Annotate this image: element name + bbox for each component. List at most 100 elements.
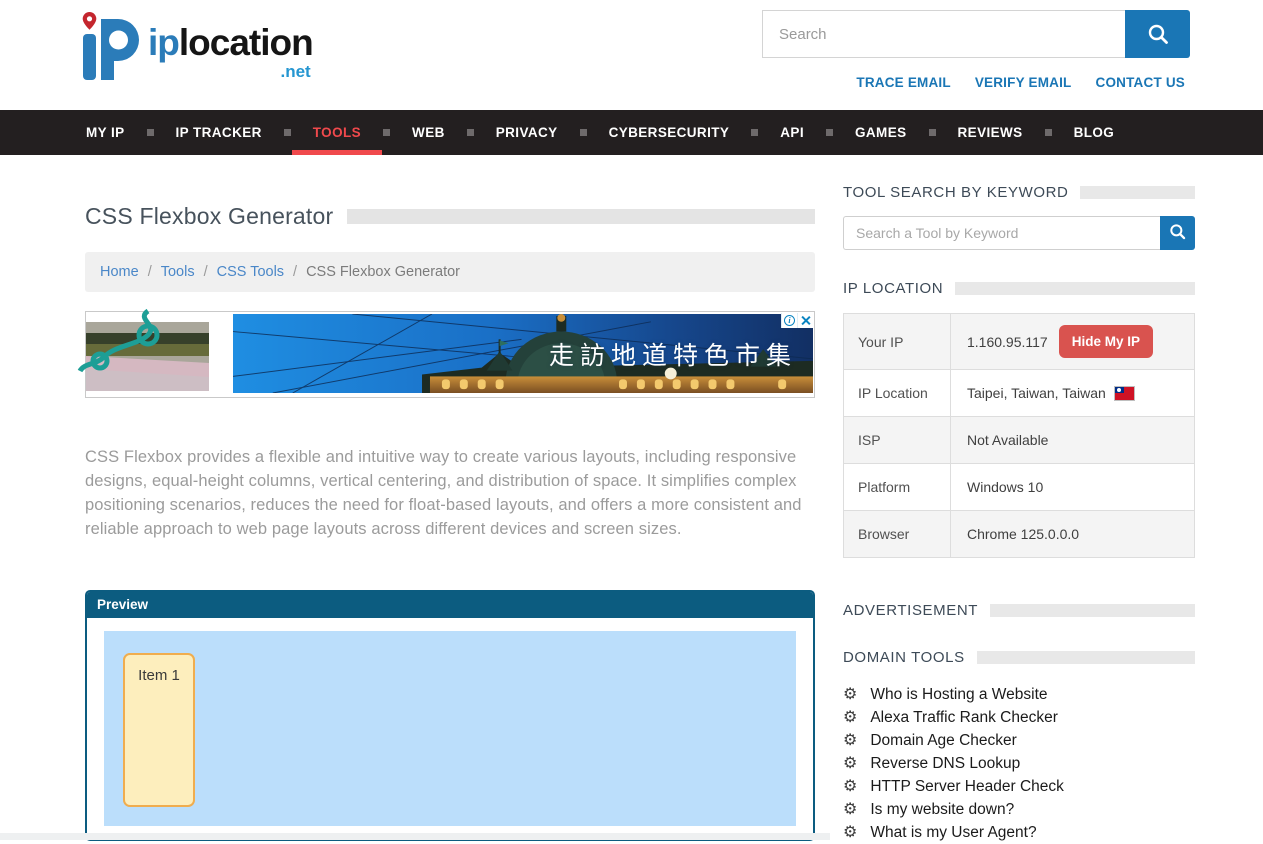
search-icon xyxy=(1147,23,1169,45)
heading-decoration-bar xyxy=(955,282,1195,295)
heading-decoration-bar xyxy=(990,604,1195,617)
nav-item-tools[interactable]: TOOLS xyxy=(313,110,361,155)
list-item[interactable]: ⚙ What is my User Agent? xyxy=(843,821,1195,844)
domain-tool-link[interactable]: What is my User Agent? xyxy=(870,824,1036,842)
list-item[interactable]: ⚙ HTTP Server Header Check xyxy=(843,775,1195,798)
nav-separator xyxy=(826,129,833,136)
domain-tools-list: ⚙ Who is Hosting a Website ⚙ Alexa Traffic… xyxy=(843,683,1195,844)
contact-us-link[interactable]: CONTACT US xyxy=(1096,75,1186,90)
gear-icon: ⚙ xyxy=(843,710,857,726)
domain-tool-link[interactable]: Reverse DNS Lookup xyxy=(870,755,1020,773)
hide-my-ip-button[interactable]: Hide My IP xyxy=(1059,325,1153,358)
list-item[interactable]: ⚙ Reverse DNS Lookup xyxy=(843,752,1195,775)
row-label: ISP xyxy=(844,417,951,463)
breadcrumb-tools[interactable]: Tools xyxy=(161,264,195,280)
advertisement-heading-text: ADVERTISEMENT xyxy=(843,602,978,619)
title-decoration-bar xyxy=(347,209,815,224)
taiwan-flag-icon xyxy=(1115,387,1134,400)
adchoices: i xyxy=(781,313,813,328)
table-row: Browser Chrome 125.0.0.0 xyxy=(844,511,1194,557)
domain-tools-heading-text: DOMAIN TOOLS xyxy=(843,649,965,666)
gear-icon: ⚙ xyxy=(843,779,857,795)
list-item[interactable]: ⚙ Who is Hosting a Website xyxy=(843,683,1195,706)
main-nav: MY IP IP TRACKER TOOLS WEB PRIVACY CYBER… xyxy=(0,110,1263,155)
preview-card: Preview Item 1 xyxy=(85,590,815,841)
domain-tool-link[interactable]: Alexa Traffic Rank Checker xyxy=(870,709,1058,727)
row-value: Not Available xyxy=(951,417,1194,463)
tool-search-button[interactable] xyxy=(1160,216,1195,250)
gear-icon: ⚙ xyxy=(843,756,857,772)
nav-item-privacy[interactable]: PRIVACY xyxy=(496,110,558,155)
table-row: Your IP 1.160.95.117 Hide My IP xyxy=(844,314,1194,370)
verify-email-link[interactable]: VERIFY EMAIL xyxy=(975,75,1072,90)
breadcrumb-home[interactable]: Home xyxy=(100,264,139,280)
ad-overlay-text: 走訪地道特色市集 xyxy=(549,336,797,372)
row-value: Taipei, Taiwan, Taiwan xyxy=(951,370,1194,416)
row-value: Chrome 125.0.0.0 xyxy=(951,511,1194,557)
gear-icon: ⚙ xyxy=(843,802,857,818)
nav-separator xyxy=(929,129,936,136)
nav-item-my-ip[interactable]: MY IP xyxy=(86,110,125,155)
breadcrumb-css-tools[interactable]: CSS Tools xyxy=(217,264,284,280)
ad-right-image: 走訪地道特色市集 xyxy=(233,314,813,393)
flexbox-preview-item[interactable]: Item 1 xyxy=(123,653,195,807)
ip-location-value: Taipei, Taiwan, Taiwan xyxy=(967,385,1106,401)
ip-info-table: Your IP 1.160.95.117 Hide My IP IP Locat… xyxy=(843,313,1195,558)
nav-item-reviews[interactable]: REVIEWS xyxy=(958,110,1023,155)
nav-separator xyxy=(383,129,390,136)
domain-tool-link[interactable]: HTTP Server Header Check xyxy=(870,778,1064,796)
gear-icon: ⚙ xyxy=(843,687,857,703)
nav-item-cybersecurity[interactable]: CYBERSECURITY xyxy=(609,110,730,155)
nav-separator xyxy=(751,129,758,136)
logo-text-tld: .net xyxy=(148,63,313,80)
logo-text-ip: ip xyxy=(148,22,179,63)
breadcrumb-separator: / xyxy=(293,264,297,280)
nav-separator xyxy=(284,129,291,136)
nav-separator xyxy=(1045,129,1052,136)
nav-item-games[interactable]: GAMES xyxy=(855,110,907,155)
tool-description: CSS Flexbox provides a flexible and intu… xyxy=(85,445,815,541)
preview-card-body: Item 1 xyxy=(87,618,813,839)
trace-email-link[interactable]: TRACE EMAIL xyxy=(856,75,950,90)
content-column: CSS Flexbox Generator Home / Tools / CSS… xyxy=(85,155,815,844)
list-item[interactable]: ⚙ Alexa Traffic Rank Checker xyxy=(843,706,1195,729)
heading-decoration-bar xyxy=(977,651,1195,664)
tool-search-input[interactable] xyxy=(843,216,1160,250)
row-label: Your IP xyxy=(844,314,951,369)
heading-decoration-bar xyxy=(1080,186,1195,199)
row-value: 1.160.95.117 Hide My IP xyxy=(951,314,1194,369)
nav-item-blog[interactable]: BLOG xyxy=(1074,110,1115,155)
search-button[interactable] xyxy=(1125,10,1190,58)
row-label: IP Location xyxy=(844,370,951,416)
nav-item-ip-tracker[interactable]: IP TRACKER xyxy=(176,110,262,155)
breadcrumb: Home / Tools / CSS Tools / CSS Flexbox G… xyxy=(85,252,815,292)
adchoices-close-icon[interactable] xyxy=(797,313,813,328)
table-row: IP Location Taipei, Taiwan, Taiwan xyxy=(844,370,1194,417)
nav-item-web[interactable]: WEB xyxy=(412,110,445,155)
domain-tool-link[interactable]: Domain Age Checker xyxy=(870,732,1016,750)
row-value: Windows 10 xyxy=(951,464,1194,510)
nav-item-api[interactable]: API xyxy=(780,110,804,155)
site-logo[interactable]: iplocation .net xyxy=(80,10,313,86)
logo-text-location: location xyxy=(179,22,313,63)
page-title: CSS Flexbox Generator xyxy=(85,203,333,230)
search-input[interactable] xyxy=(762,10,1125,58)
flexbox-preview-container: Item 1 xyxy=(104,631,796,826)
gear-icon: ⚙ xyxy=(843,825,857,841)
nav-separator xyxy=(147,129,154,136)
domain-tool-link[interactable]: Who is Hosting a Website xyxy=(870,686,1047,704)
domain-tools-heading: DOMAIN TOOLS xyxy=(843,649,1195,666)
next-section-edge xyxy=(0,833,830,840)
list-item[interactable]: ⚙ Is my website down? xyxy=(843,798,1195,821)
row-label: Browser xyxy=(844,511,951,557)
gear-icon: ⚙ xyxy=(843,733,857,749)
search-icon xyxy=(1169,223,1186,243)
logo-wordmark: iplocation .net xyxy=(148,24,313,80)
list-item[interactable]: ⚙ Domain Age Checker xyxy=(843,729,1195,752)
domain-tool-link[interactable]: Is my website down? xyxy=(870,801,1014,819)
preview-card-header: Preview xyxy=(87,592,813,618)
ad-banner[interactable]: 走訪地道特色市集 i xyxy=(85,311,815,398)
advertisement-heading: ADVERTISEMENT xyxy=(843,602,1195,619)
adchoices-info-icon[interactable]: i xyxy=(781,313,797,328)
nav-separator xyxy=(580,129,587,136)
